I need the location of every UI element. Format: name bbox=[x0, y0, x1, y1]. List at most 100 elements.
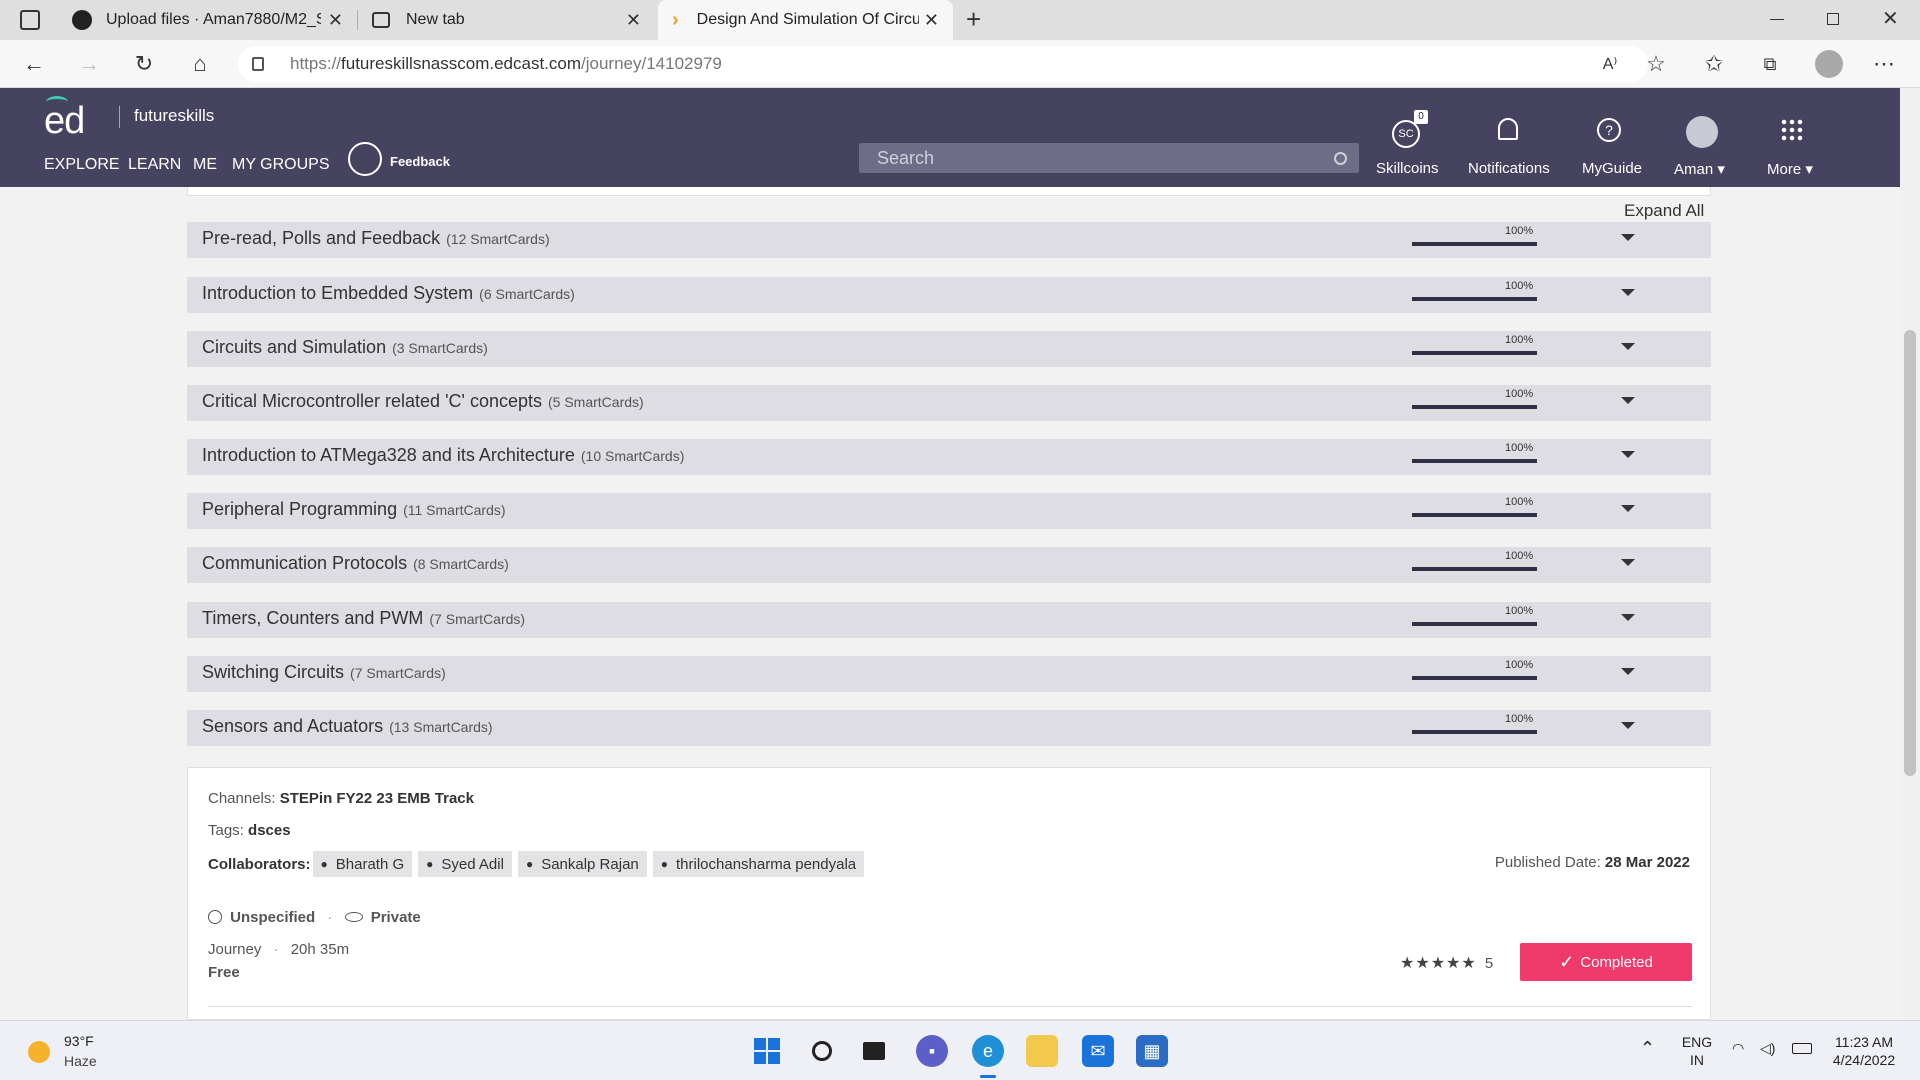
more-menu[interactable]: More ▾ bbox=[1760, 102, 1824, 182]
nav-my-groups[interactable]: MY GROUPS bbox=[232, 156, 330, 174]
expand-caret-icon[interactable] bbox=[1621, 289, 1635, 296]
section-row[interactable]: Communication Protocols (8 SmartCards) 10… bbox=[187, 547, 1711, 583]
read-aloud-icon[interactable]: A⁾ bbox=[1596, 50, 1624, 78]
tab-label: Upload files · Aman7880/M2_Sm bbox=[106, 11, 321, 28]
rating-stars-icon: ★★★★★ bbox=[1400, 955, 1477, 972]
restore-window-icon[interactable] bbox=[1827, 13, 1839, 25]
user-menu[interactable]: Aman ▾ bbox=[1668, 102, 1732, 182]
tab-active-journey[interactable]: › Design And Simulation Of Circuit ✕ bbox=[658, 0, 953, 40]
add-favorite-icon[interactable]: ☆ bbox=[1642, 50, 1670, 78]
user-avatar bbox=[1686, 116, 1718, 148]
close-tab-icon[interactable]: ✕ bbox=[924, 10, 939, 31]
sun-haze-icon bbox=[28, 1041, 50, 1063]
search-input[interactable]: Search bbox=[859, 143, 1359, 173]
futureskills-logo: futureskills bbox=[134, 106, 215, 125]
language-indicator[interactable]: ENG IN bbox=[1680, 1033, 1714, 1069]
url-text[interactable]: https://futureskillsnasscom.edcast.com/j… bbox=[290, 54, 722, 74]
section-row[interactable]: Introduction to Embedded System (6 SmartC… bbox=[187, 277, 1711, 313]
volume-icon[interactable]: ◁) bbox=[1760, 1039, 1775, 1057]
completed-button[interactable]: ✓ Completed bbox=[1520, 943, 1692, 981]
expand-caret-icon[interactable] bbox=[1621, 397, 1635, 404]
section-row[interactable]: Introduction to ATMega328 and its Archit… bbox=[187, 439, 1711, 475]
section-title: Timers, Counters and PWM (7 SmartCards) bbox=[202, 608, 526, 628]
collaborator-chip[interactable]: ● Bharath G bbox=[312, 851, 413, 877]
forward-arrow-icon[interactable]: → bbox=[75, 50, 103, 78]
completed-label: Completed bbox=[1580, 953, 1653, 971]
battery-icon[interactable] bbox=[1792, 1043, 1812, 1054]
start-icon[interactable] bbox=[751, 1035, 783, 1067]
settings-menu-icon[interactable]: ⋯ bbox=[1870, 50, 1898, 78]
skillcoins-button[interactable]: SC 0 Skillcoins bbox=[1370, 102, 1442, 182]
site-header: ed futureskills EXPLORE LEARN ME MY GROU… bbox=[0, 88, 1900, 187]
language-label: Unspecified bbox=[230, 909, 316, 926]
close-tab-icon[interactable]: ✕ bbox=[626, 10, 641, 31]
section-row[interactable]: Sensors and Actuators (13 SmartCards) 100… bbox=[187, 710, 1711, 746]
close-window-icon[interactable]: ✕ bbox=[1882, 6, 1899, 31]
browser-toolbar: ← → ↻ ⌂ https://futureskillsnasscom.edca… bbox=[0, 40, 1920, 88]
nav-me[interactable]: ME bbox=[193, 156, 217, 174]
collaborator-chip[interactable]: ● Sankalp Rajan bbox=[517, 851, 647, 877]
search-icon[interactable] bbox=[1334, 152, 1347, 165]
tab-new-tab[interactable]: New tab ✕ bbox=[360, 0, 655, 40]
expand-caret-icon[interactable] bbox=[1621, 234, 1635, 241]
rating-value: 5 bbox=[1484, 955, 1494, 972]
search-icon[interactable] bbox=[806, 1035, 838, 1067]
edge-browser-icon[interactable]: e bbox=[972, 1035, 1004, 1067]
expand-caret-icon[interactable] bbox=[1621, 505, 1635, 512]
nav-explore[interactable]: EXPLORE bbox=[44, 156, 120, 174]
expand-caret-icon[interactable] bbox=[1621, 722, 1635, 729]
section-row[interactable]: Peripheral Programming (11 SmartCards) 10… bbox=[187, 493, 1711, 529]
chat-icon[interactable]: ▪ bbox=[916, 1035, 948, 1067]
home-icon[interactable]: ⌂ bbox=[186, 50, 214, 78]
expand-caret-icon[interactable] bbox=[1621, 451, 1635, 458]
tag-link[interactable]: dsces bbox=[248, 822, 291, 839]
minimize-window-icon[interactable] bbox=[1770, 19, 1784, 20]
tab-actions-icon[interactable] bbox=[20, 10, 40, 30]
expand-all-button[interactable]: Expand All bbox=[1624, 201, 1704, 221]
nav-learn[interactable]: LEARN bbox=[128, 156, 181, 174]
weather-temp: 93°F bbox=[64, 1033, 94, 1049]
wifi-icon[interactable]: ◠ bbox=[1732, 1039, 1744, 1057]
show-hidden-icons-chevron-icon[interactable]: ⌃ bbox=[1640, 1039, 1655, 1057]
expand-caret-icon[interactable] bbox=[1621, 614, 1635, 621]
mail-icon[interactable]: ✉ bbox=[1082, 1035, 1114, 1067]
profile-avatar[interactable] bbox=[1815, 50, 1843, 78]
notifications-label: Notifications bbox=[1468, 160, 1550, 177]
section-row[interactable]: Circuits and Simulation (3 SmartCards) 10… bbox=[187, 331, 1711, 367]
section-title: Peripheral Programming (11 SmartCards) bbox=[202, 499, 506, 519]
back-arrow-icon[interactable]: ← bbox=[20, 50, 48, 78]
weather-widget[interactable]: 93°F Haze bbox=[26, 1033, 116, 1073]
section-row[interactable]: Critical Microcontroller related 'C' con… bbox=[187, 385, 1711, 421]
journey-details-card: Channels: STEPin FY22 23 EMB Track Tags:… bbox=[187, 767, 1711, 1020]
channel-link[interactable]: STEPin FY22 23 EMB Track bbox=[280, 790, 474, 807]
feedback-button[interactable]: Feedback bbox=[344, 138, 454, 184]
expand-caret-icon[interactable] bbox=[1621, 343, 1635, 350]
section-progress-label: 100% bbox=[1505, 225, 1534, 237]
new-tab-button[interactable]: + bbox=[966, 4, 981, 35]
notifications-button[interactable]: Notifications bbox=[1462, 102, 1552, 182]
rating[interactable]: ★★★★★ 5 bbox=[1400, 953, 1493, 973]
channels-row: Channels: STEPin FY22 23 EMB Track bbox=[208, 790, 474, 807]
active-app-indicator bbox=[980, 1075, 996, 1078]
refresh-icon[interactable]: ↻ bbox=[130, 50, 158, 78]
page-scrollbar-thumb[interactable] bbox=[1904, 330, 1916, 776]
section-progress-label: 100% bbox=[1505, 659, 1534, 671]
expand-caret-icon[interactable] bbox=[1621, 668, 1635, 675]
file-explorer-icon[interactable] bbox=[1026, 1035, 1058, 1067]
collaborator-chip[interactable]: ● Syed Adil bbox=[418, 851, 512, 877]
collections-icon[interactable]: ⧉ bbox=[1756, 50, 1784, 78]
section-row[interactable]: Timers, Counters and PWM (7 SmartCards) 1… bbox=[187, 602, 1711, 638]
close-tab-icon[interactable]: ✕ bbox=[328, 10, 343, 31]
section-row[interactable]: Switching Circuits (7 SmartCards) 100% bbox=[187, 656, 1711, 692]
myguide-button[interactable]: ? MyGuide bbox=[1578, 102, 1642, 182]
store-icon[interactable]: ▦ bbox=[1136, 1035, 1168, 1067]
expand-caret-icon[interactable] bbox=[1621, 559, 1635, 566]
clock[interactable]: 11:23 AM 4/24/2022 bbox=[1824, 1033, 1904, 1069]
section-row[interactable]: Pre-read, Polls and Feedback (12 SmartCar… bbox=[187, 222, 1711, 258]
section-progress-label: 100% bbox=[1505, 713, 1534, 725]
collaborator-chip[interactable]: ● thrilochansharma pendyala bbox=[652, 851, 865, 877]
favorites-icon[interactable]: ✩ bbox=[1700, 50, 1728, 78]
tab-github-upload[interactable]: Upload files · Aman7880/M2_Sm ✕ bbox=[62, 0, 357, 40]
task-view-icon[interactable] bbox=[858, 1035, 890, 1067]
new-tab-page-icon bbox=[372, 12, 390, 28]
